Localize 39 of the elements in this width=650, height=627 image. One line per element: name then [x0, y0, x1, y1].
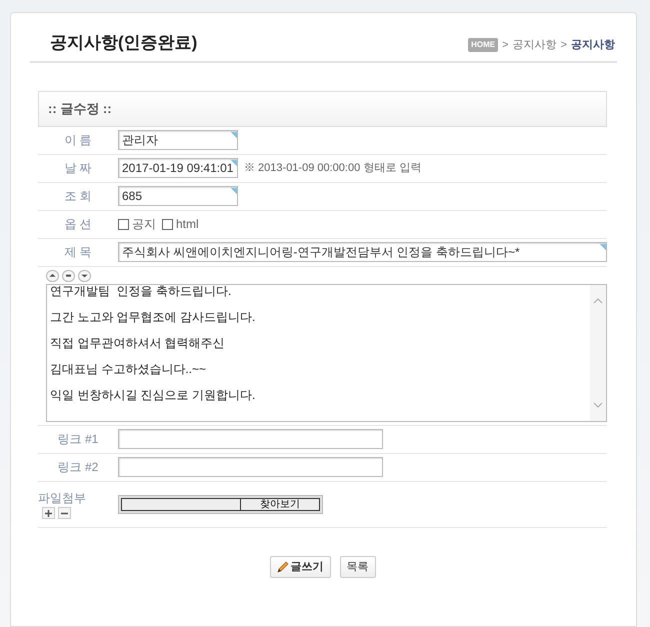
reset-editor-button[interactable] [62, 270, 75, 282]
field-label: 링크 #2 [56, 459, 100, 476]
list-button[interactable]: 목록 [340, 556, 376, 578]
field-hint: ※ 2013-01-09 00:00:00 형태로 입력 [244, 160, 422, 176]
breadcrumb-link[interactable]: 공지사항 [512, 36, 557, 53]
write-button[interactable]: 글쓰기 [270, 556, 330, 578]
text-field[interactable]: 685 [118, 186, 238, 206]
pencil-icon [276, 560, 288, 573]
breadcrumb-separator: > [560, 38, 567, 52]
link-field[interactable] [118, 429, 383, 449]
plus-icon [45, 510, 52, 517]
file-input[interactable]: 찾아보기 [118, 494, 323, 514]
field-label: 날 짜 [63, 160, 93, 177]
field-label: 조 회 [63, 188, 93, 205]
checkbox[interactable] [162, 218, 173, 230]
checkbox-label: html [176, 216, 199, 233]
checkbox-label: 공지 [132, 216, 156, 233]
field-label: 링크 #1 [56, 431, 100, 448]
subject-field[interactable]: 주식회사 씨앤에이치엔지니어링-연구개발전담부서 인정을 축하드립니다~* [118, 242, 607, 262]
text-field[interactable]: 관리자 [118, 130, 238, 150]
add-file-button[interactable] [42, 507, 55, 519]
bar-icon [64, 272, 73, 280]
page-title: 공지사항(인증완료) [50, 32, 198, 53]
field-label: 이 름 [63, 132, 93, 149]
link-field[interactable] [118, 457, 383, 477]
triangle-down-icon [80, 272, 89, 280]
text-field[interactable]: 2017-01-19 09:41:01 [118, 158, 238, 178]
remove-file-button[interactable] [58, 507, 71, 519]
section-title: :: 글수정 :: [38, 91, 607, 126]
checkbox[interactable] [118, 218, 129, 230]
breadcrumb-current: 공지사항 [571, 38, 615, 52]
triangle-up-icon [48, 272, 57, 280]
field-label: 제 목 [63, 244, 93, 261]
browse-button[interactable]: 찾아보기 [240, 498, 320, 510]
field-label: 파일첨부 [38, 490, 86, 507]
shrink-editor-button[interactable] [78, 270, 91, 282]
field-label: 옵 션 [63, 216, 93, 233]
breadcrumb-separator: > [502, 38, 509, 52]
expand-editor-button[interactable] [46, 270, 59, 282]
